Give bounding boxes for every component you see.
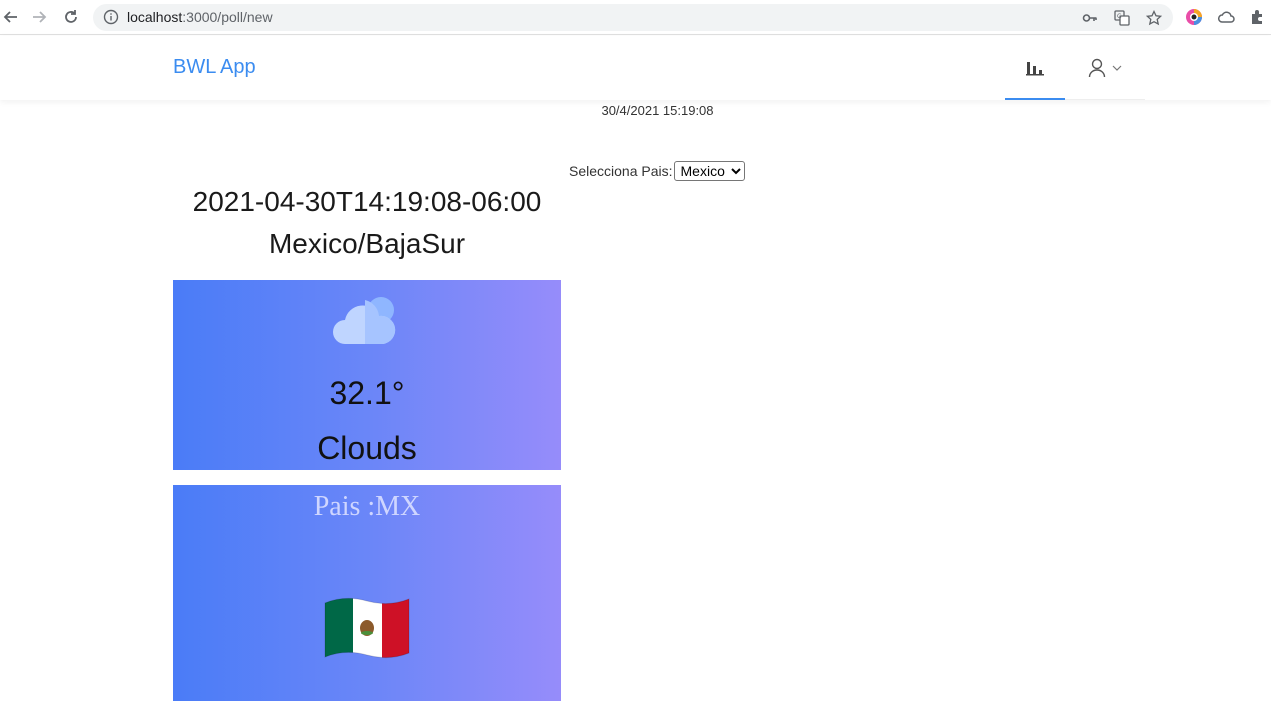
cloud-extension-icon[interactable]	[1217, 8, 1235, 26]
url-path: :3000/poll/new	[182, 9, 273, 25]
address-bar[interactable]: localhost:3000/poll/new G	[93, 4, 1173, 31]
reload-icon[interactable]	[60, 6, 82, 28]
puzzle-extensions-icon[interactable]	[1249, 8, 1267, 26]
site-info-icon[interactable]	[103, 9, 119, 25]
browser-toolbar: localhost:3000/poll/new G	[0, 0, 1271, 35]
back-arrow-icon[interactable]	[0, 6, 22, 28]
cloud-icon	[333, 297, 396, 344]
mexico-flag-icon	[324, 597, 410, 659]
key-icon[interactable]	[1081, 9, 1099, 27]
brand-logo-text[interactable]: BWL App	[173, 56, 256, 79]
url-host: localhost	[127, 9, 183, 25]
bookmark-star-icon[interactable]	[1145, 9, 1163, 27]
extension-color-icon[interactable]	[1185, 8, 1203, 26]
weather-card: 32.1° Clouds	[173, 280, 561, 470]
svg-text:G: G	[1117, 13, 1122, 20]
country-code-label: Pais :MX	[313, 491, 421, 522]
timezone-datetime: 2021-04-30T14:19:08-06:00	[192, 186, 542, 217]
bar-chart-icon	[1026, 62, 1044, 76]
country-selector-label: Selecciona Pais:	[569, 163, 673, 179]
url-text[interactable]: localhost:3000/poll/new	[127, 9, 273, 25]
temperature-value: 32.1°	[329, 375, 405, 411]
country-selector: Selecciona Pais: Mexico	[569, 161, 745, 181]
app-header: BWL App	[0, 36, 1271, 100]
weather-condition: Clouds	[317, 430, 417, 466]
menu-item-user[interactable]	[1065, 36, 1145, 100]
timezone-name: Mexico/BajaSur	[268, 228, 466, 259]
country-card: Pais :MX	[173, 485, 561, 701]
country-select[interactable]: Mexico	[673, 161, 745, 181]
forward-arrow-icon[interactable]	[28, 6, 50, 28]
current-datetime: 30/4/2021 15:19:08	[601, 103, 714, 118]
translate-icon[interactable]: G	[1113, 9, 1131, 27]
menu-item-stats[interactable]	[1005, 36, 1065, 100]
chevron-down-icon	[1112, 65, 1122, 71]
user-icon	[1088, 58, 1106, 77]
